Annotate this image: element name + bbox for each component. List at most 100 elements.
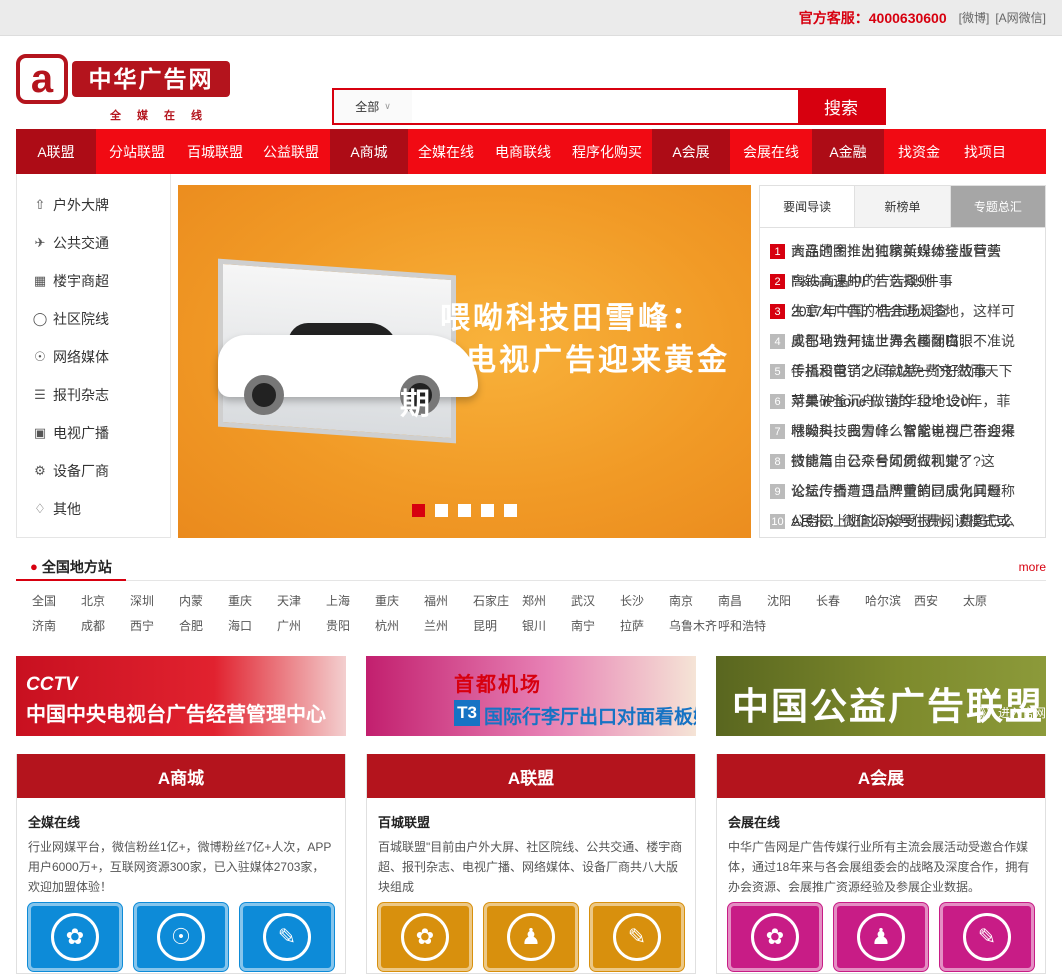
news-item[interactable]: 1 商品的图推出独家新媒体全版营营 大连通金：为何精英纷纷转业巨头 <box>770 242 1037 272</box>
tab-topics[interactable]: 专题总汇 <box>949 186 1045 227</box>
news-title-overlay[interactable]: 微博与自己平台同质红利来了?这 <box>791 452 995 470</box>
city-link[interactable]: 上海 <box>326 589 375 614</box>
news-item[interactable]: 6 苹果 iPhone 做错的 12个设计 对美破釜沉舟，对华租地120年，菲 <box>770 392 1037 422</box>
news-item[interactable]: 8 技能篇｜公众号如何做视觉? 微博与自己平台同质红利来了?这 <box>770 452 1037 482</box>
card-title[interactable]: 全媒在线 <box>28 812 345 831</box>
city-link[interactable]: 南昌 <box>718 589 767 614</box>
city-link[interactable]: 海口 <box>228 614 277 639</box>
city-link[interactable]: 西宁 <box>130 614 179 639</box>
news-title-overlay[interactable]: 公益广告遭遇品牌营销已成为其母称 <box>791 482 1015 500</box>
card-title[interactable]: 百城联盟 <box>378 812 695 831</box>
card-header[interactable]: A会展 <box>717 754 1045 798</box>
search-button[interactable]: 搜索 <box>798 90 884 123</box>
city-link[interactable]: 内蒙 <box>179 589 228 614</box>
cctv-ad[interactable]: CCTV 中国中央电视台广告经营管理中心 <box>16 656 346 736</box>
city-link[interactable]: 郑州 <box>522 589 571 614</box>
city-link[interactable]: 贵阳 <box>326 614 375 639</box>
city-link[interactable]: 长沙 <box>620 589 669 614</box>
hero-banner[interactable]: 喂呦科技田雪峰： 智能电视广告迎来黄金期 <box>178 185 751 538</box>
city-link[interactable]: 重庆 <box>228 589 277 614</box>
city-link[interactable]: 昆明 <box>473 614 522 639</box>
site-logo[interactable]: a 中华广告网 全媒在线 <box>16 54 232 122</box>
card-header[interactable]: A联盟 <box>367 754 695 798</box>
sidebar-item-outdoor[interactable]: ⇧ 户外大牌 <box>17 186 170 224</box>
sidebar-item-other[interactable]: ♢ 其他 <box>17 490 170 528</box>
slide-dot-4[interactable] <box>481 504 494 517</box>
edit-button[interactable]: ✎ <box>940 903 1034 971</box>
city-link[interactable]: 北京 <box>81 589 130 614</box>
city-link[interactable]: 哈尔滨 <box>865 589 914 614</box>
nav-chengxuhua[interactable]: 程序化购买 <box>562 129 652 174</box>
edit-button[interactable]: ✎ <box>590 903 684 971</box>
sidebar-item-community[interactable]: ◯ 社区院线 <box>17 300 170 338</box>
city-link[interactable]: 杭州 <box>375 614 424 639</box>
sidebar-item-network[interactable]: ☉ 网络媒体 <box>17 338 170 376</box>
city-link[interactable]: 成都 <box>81 614 130 639</box>
news-item[interactable]: 9 论坛传播与日益严重的同质化问题 公益广告遭遇品牌营销已成为其母称 <box>770 482 1037 512</box>
news-item[interactable]: 10 A民报：微信公众号付费阅读模式或 公务员上班时间接受报刊，费超已么 <box>770 512 1037 542</box>
city-link[interactable]: 济南 <box>32 614 81 639</box>
city-link[interactable]: 南京 <box>669 589 718 614</box>
news-item[interactable]: 5 传播和营销之间就差一个好故事 手机没电了?火车站免费充!然而天下 <box>770 362 1037 392</box>
leaf-button[interactable]: ✿ <box>28 903 122 971</box>
tab-rankings[interactable]: 新榜单 <box>854 186 950 227</box>
leaf-button[interactable]: ✿ <box>378 903 472 971</box>
user-plus-button[interactable]: ♟ <box>834 903 928 971</box>
city-link[interactable]: 太原 <box>963 589 1012 614</box>
nav-a-shangcheng[interactable]: A商城 <box>330 129 408 174</box>
airport-ad[interactable]: 首都机场 T3 国际行李厅出口对面看板媒体招商 <box>366 656 696 736</box>
search-input[interactable] <box>412 90 798 123</box>
tab-headlines[interactable]: 要闻导读 <box>760 186 855 227</box>
city-link[interactable]: 福州 <box>424 589 473 614</box>
nav-a-huizhan[interactable]: A会展 <box>652 129 730 174</box>
nav-zhaozijin[interactable]: 找资金 <box>884 129 954 174</box>
news-title-overlay[interactable]: 对美破釜沉舟，对华租地120年，菲 <box>791 392 1010 410</box>
news-item[interactable]: 4 成都地铁开搞世界名画翻白眼 奥巴马为何让上海大楼闭嘴；不准说 <box>770 332 1037 362</box>
weibo-link[interactable]: [微博] <box>959 9 990 26</box>
more-link[interactable]: more <box>1019 560 1046 574</box>
city-link[interactable]: 乌鲁木齐 <box>669 614 718 639</box>
news-item[interactable]: 7 喂呦科技田雪峰：智能电视广告迎来 林毅夫：我为什么常常说自己不会得 <box>770 422 1037 452</box>
city-link[interactable]: 全国 <box>32 589 81 614</box>
news-title-overlay[interactable]: 大连通金：为何精英纷纷转业巨头 <box>791 242 1001 260</box>
nav-a-jinrong[interactable]: A金融 <box>812 129 884 174</box>
city-link[interactable]: 重庆 <box>375 589 424 614</box>
city-link[interactable]: 深圳 <box>130 589 179 614</box>
nav-huizhan[interactable]: 会展在线 <box>730 129 812 174</box>
slide-dot-5[interactable] <box>504 504 517 517</box>
nav-quanmei[interactable]: 全媒在线 <box>408 129 484 174</box>
news-title-overlay[interactable]: 生意人广告的机会进入多地，这样可 <box>791 302 1015 320</box>
news-item[interactable]: 2 高铁高速的广告选择9件事 P&G商品中的广告规则 <box>770 272 1037 302</box>
enter-site-link[interactable]: 》》进入官网 <box>980 704 1046 721</box>
sidebar-item-tv[interactable]: ▣ 电视广播 <box>17 414 170 452</box>
globe-plus-button[interactable]: ☉ <box>134 903 228 971</box>
nav-gongyi[interactable]: 公益联盟 <box>252 129 330 174</box>
news-item[interactable]: 3 2017年中国广告市场调查 生意人广告的机会进入多地，这样可 <box>770 302 1037 332</box>
slide-dot-2[interactable] <box>435 504 448 517</box>
nav-baicheng[interactable]: 百城联盟 <box>178 129 252 174</box>
city-link[interactable]: 南宁 <box>571 614 620 639</box>
city-link[interactable]: 合肥 <box>179 614 228 639</box>
city-link[interactable]: 银川 <box>522 614 571 639</box>
news-title-overlay[interactable]: 林毅夫：我为什么常常说自己不会得 <box>791 422 1015 440</box>
sidebar-item-transport[interactable]: ✈ 公共交通 <box>17 224 170 262</box>
edit-button[interactable]: ✎ <box>240 903 334 971</box>
news-title-overlay[interactable]: 公务员上班时间接受报刊，费超已么 <box>791 512 1015 530</box>
nav-zhaoxiangmu[interactable]: 找项目 <box>954 129 1016 174</box>
city-link[interactable]: 沈阳 <box>767 589 816 614</box>
card-title[interactable]: 会展在线 <box>728 812 1045 831</box>
city-link[interactable]: 武汉 <box>571 589 620 614</box>
city-link[interactable]: 石家庄 <box>473 589 522 614</box>
news-title-overlay[interactable]: P&G商品中的广告规则 <box>791 272 933 290</box>
city-link[interactable]: 天津 <box>277 589 326 614</box>
user-plus-button[interactable]: ♟ <box>484 903 578 971</box>
city-link[interactable]: 广州 <box>277 614 326 639</box>
city-link[interactable]: 长春 <box>816 589 865 614</box>
search-category-select[interactable]: 全部 ∨ <box>334 90 412 123</box>
card-header[interactable]: A商城 <box>17 754 345 798</box>
city-link[interactable]: 兰州 <box>424 614 473 639</box>
sidebar-item-press[interactable]: ☰ 报刊杂志 <box>17 376 170 414</box>
sidebar-item-building[interactable]: ▦ 楼宇商超 <box>17 262 170 300</box>
slide-dot-3[interactable] <box>458 504 471 517</box>
nav-a-lianmeng[interactable]: A联盟 <box>16 129 96 174</box>
